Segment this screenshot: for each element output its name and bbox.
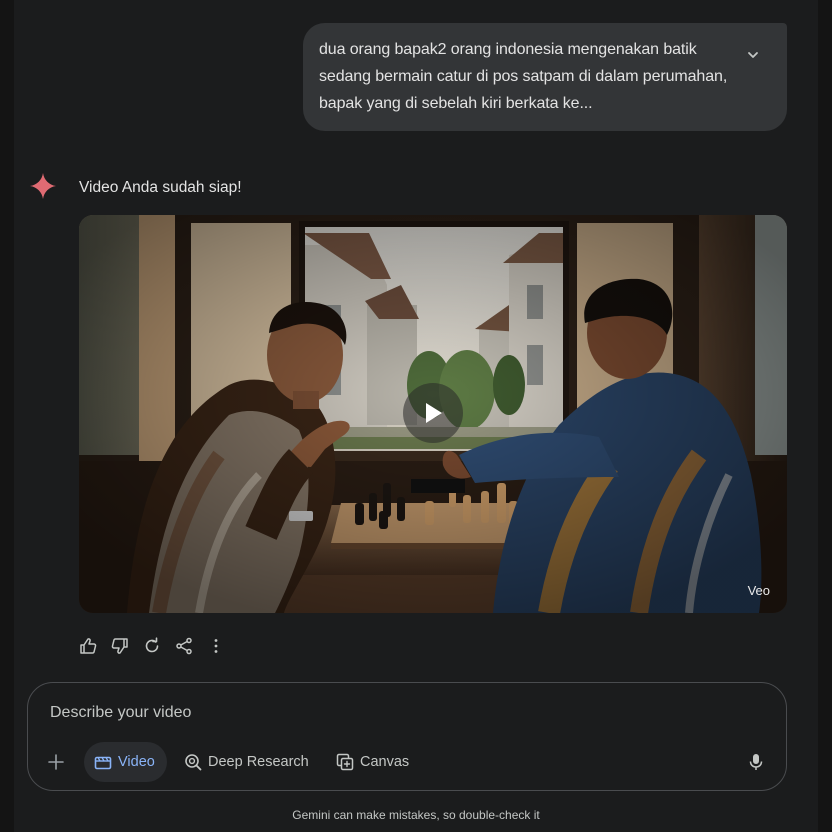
veo-watermark: Veo: [747, 583, 770, 598]
share-icon: [176, 637, 192, 655]
plus-icon: [48, 754, 64, 770]
thumbs-down-button[interactable]: [111, 637, 129, 655]
user-message-text: dua orang bapak2 orang indonesia mengena…: [319, 41, 728, 112]
video-icon: [94, 754, 112, 770]
response-actions: [79, 635, 239, 657]
share-button[interactable]: [175, 637, 193, 655]
canvas-tool-label: Canvas: [360, 754, 410, 770]
play-icon: [426, 403, 442, 423]
microphone-icon: [749, 754, 763, 770]
thumbs-up-button[interactable]: [79, 637, 97, 655]
prompt-composer: Video Deep Research Canvas: [27, 682, 787, 791]
add-attachment-button[interactable]: [44, 750, 68, 774]
chevron-down-icon: [748, 52, 758, 58]
user-message-bubble: dua orang bapak2 orang indonesia mengena…: [303, 23, 787, 131]
regenerate-button[interactable]: [143, 637, 161, 655]
play-button[interactable]: [403, 383, 463, 443]
prompt-input[interactable]: [48, 699, 732, 727]
gemini-sparkle-icon: [30, 173, 56, 199]
disclaimer-text: Gemini can make mistakes, so double-chec…: [292, 808, 540, 822]
more-options-button[interactable]: [207, 637, 225, 655]
thumbs-up-icon: [80, 638, 97, 654]
expand-message-button[interactable]: [741, 43, 765, 67]
canvas-tool-chip[interactable]: Canvas: [330, 742, 415, 782]
deep-research-tool-label: Deep Research: [208, 754, 309, 770]
deep-research-icon: [184, 753, 202, 771]
regenerate-icon: [145, 637, 159, 653]
deep-research-tool-chip[interactable]: Deep Research: [178, 742, 315, 782]
canvas-icon: [336, 753, 354, 771]
more-options-icon: [214, 639, 218, 653]
video-tool-label: Video: [118, 754, 155, 770]
gemini-page: dua orang bapak2 orang indonesia mengena…: [0, 0, 832, 832]
thumbs-down-icon: [111, 638, 128, 654]
microphone-button[interactable]: [744, 750, 768, 774]
response-title: Video Anda sudah siap!: [79, 179, 242, 196]
video-tool-chip[interactable]: Video: [84, 742, 167, 782]
video-player[interactable]: Veo: [79, 215, 787, 613]
